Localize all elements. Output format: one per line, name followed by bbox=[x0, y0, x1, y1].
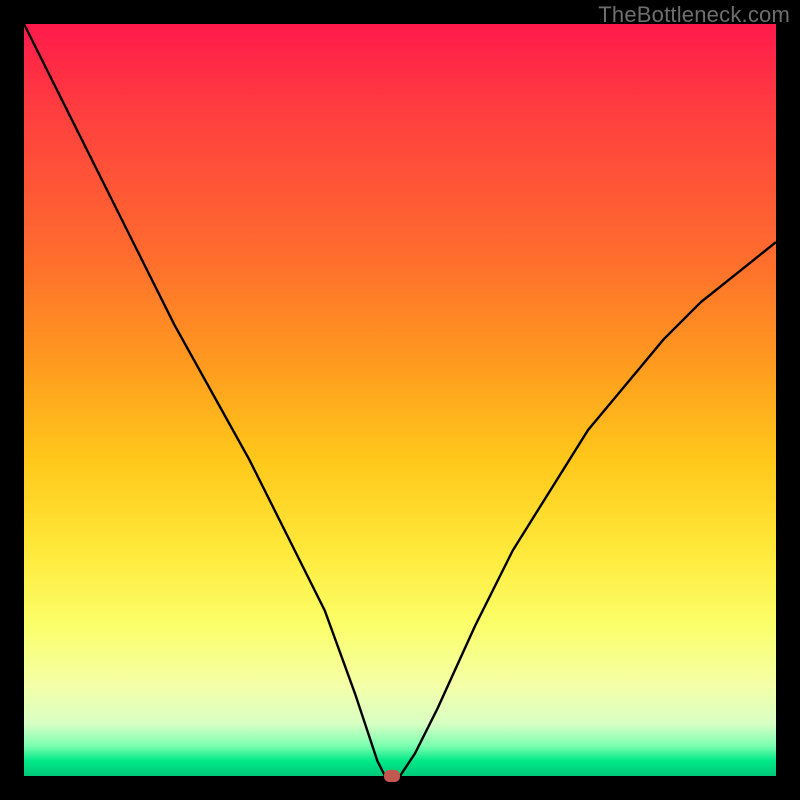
curve-svg bbox=[24, 24, 776, 776]
chart-frame: TheBottleneck.com bbox=[0, 0, 800, 800]
optimal-point-marker bbox=[384, 770, 400, 782]
bottleneck-curve bbox=[24, 24, 776, 776]
plot-area bbox=[24, 24, 776, 776]
